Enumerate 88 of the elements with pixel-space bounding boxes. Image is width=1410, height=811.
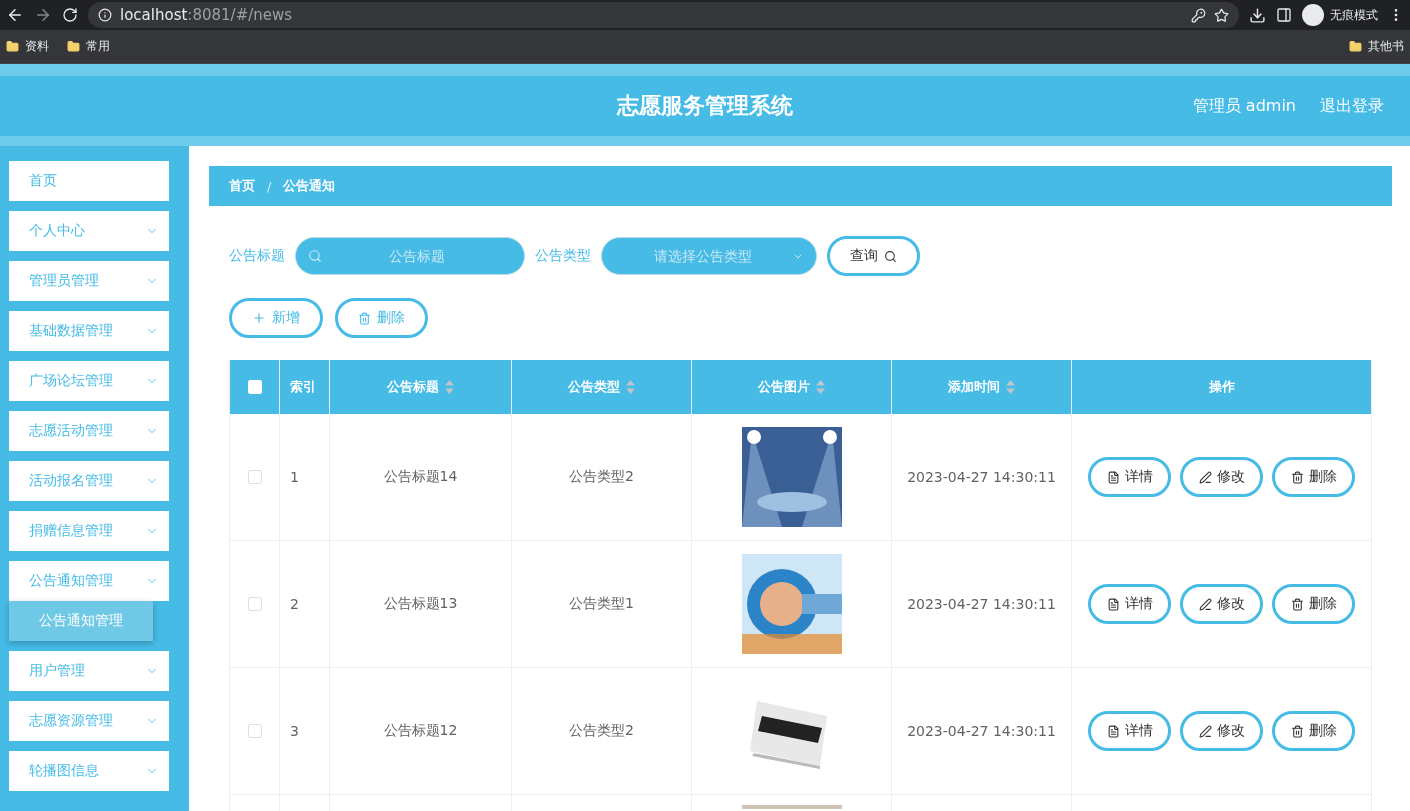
key-icon[interactable]: [1191, 7, 1206, 23]
sidebar-item[interactable]: 基础数据管理: [9, 311, 169, 351]
delete-button[interactable]: 删除: [1272, 584, 1355, 624]
column-header: 操作: [1208, 378, 1235, 396]
document-icon: [1106, 724, 1120, 738]
table-cell: 3: [290, 723, 299, 739]
document-icon: [1106, 470, 1120, 484]
logout-link[interactable]: 退出登录: [1320, 95, 1384, 117]
reload-icon[interactable]: [62, 7, 78, 23]
trash-icon: [1290, 470, 1304, 484]
table-cell: 2023-04-27 14:30:11: [907, 596, 1056, 612]
search-icon: [308, 249, 322, 263]
select-all-checkbox[interactable]: [247, 380, 262, 394]
table-cell: 公告标题13: [383, 595, 458, 613]
filter-label: 公告标题: [229, 247, 285, 265]
table-cell: 2023-04-27 14:30:11: [907, 723, 1056, 739]
folder-icon: [1349, 40, 1362, 53]
table-cell: 2023-04-27 14:30:11: [907, 469, 1056, 485]
document-icon: [1106, 597, 1120, 611]
sidebar-item[interactable]: 轮播图信息: [9, 751, 169, 791]
table-cell: 2: [290, 596, 299, 612]
side-panel-icon[interactable]: [1276, 7, 1292, 23]
type-select[interactable]: 请选择公告类型: [601, 237, 817, 275]
sidebar-subitem[interactable]: 公告通知管理: [9, 601, 153, 641]
delete-button[interactable]: 删除: [1272, 457, 1355, 497]
incognito-badge[interactable]: 无痕模式: [1302, 4, 1378, 26]
user-label: 管理员 admin: [1192, 95, 1296, 117]
sidebar-item[interactable]: 管理员管理: [9, 261, 169, 301]
edit-button[interactable]: 修改: [1180, 584, 1263, 624]
detail-button[interactable]: 详情: [1088, 711, 1171, 751]
folder-icon: [6, 40, 19, 53]
detail-button[interactable]: 详情: [1088, 457, 1171, 497]
trash-icon: [1290, 597, 1304, 611]
bookmark[interactable]: 资料: [6, 38, 49, 55]
table-cell: 公告类型1: [569, 595, 634, 613]
pen-icon: [1198, 597, 1212, 611]
star-icon[interactable]: [1214, 7, 1229, 23]
table-cell: 公告类型2: [569, 722, 634, 740]
sidebar-item[interactable]: 活动报名管理: [9, 461, 169, 501]
breadcrumb-link[interactable]: 公告通知: [283, 177, 336, 195]
type-input[interactable]: 请选择公告类型: [614, 247, 792, 265]
address-bar[interactable]: localhost:8081/#/news: [88, 2, 1239, 28]
pen-icon: [1198, 724, 1212, 738]
bookmark[interactable]: 常用: [67, 38, 110, 55]
sidebar-item[interactable]: 志愿活动管理: [9, 411, 169, 451]
delete-button[interactable]: 删除: [1272, 711, 1355, 751]
table-cell: 1: [290, 469, 299, 485]
query-button[interactable]: 查询: [827, 236, 920, 276]
sidebar-item[interactable]: 捐赠信息管理: [9, 511, 169, 551]
pen-icon: [1198, 470, 1212, 484]
forward-icon[interactable]: [34, 6, 52, 24]
column-header: 公告类型: [568, 378, 620, 396]
search-field[interactable]: 公告标题: [295, 237, 525, 275]
breadcrumb-separator: /: [267, 178, 272, 194]
bookmark[interactable]: 其他书: [1349, 38, 1404, 55]
row-checkbox[interactable]: [247, 724, 262, 738]
edit-button[interactable]: 修改: [1180, 711, 1263, 751]
add-button[interactable]: 新增: [229, 298, 323, 338]
download-icon[interactable]: [1249, 6, 1266, 24]
trash-icon: [358, 311, 371, 325]
column-header: 添加时间: [948, 378, 1000, 396]
info-icon[interactable]: [98, 8, 112, 22]
column-header: 索引: [290, 378, 316, 396]
title-input[interactable]: 公告标题: [322, 247, 512, 265]
edit-button[interactable]: 修改: [1180, 457, 1263, 497]
sidebar-item[interactable]: 公告通知管理: [9, 561, 169, 601]
folder-icon: [67, 40, 80, 53]
detail-button[interactable]: 详情: [1088, 584, 1171, 624]
filter-label: 公告类型: [535, 247, 591, 265]
column-header: 公告标题: [387, 378, 439, 396]
table-cell: 公告标题12: [383, 722, 458, 740]
plus-icon: [252, 311, 266, 325]
search-icon: [884, 249, 897, 263]
row-checkbox[interactable]: [247, 470, 262, 484]
table-cell: 公告标题14: [383, 468, 458, 486]
trash-icon: [1290, 724, 1304, 738]
breadcrumb-link[interactable]: 首页: [229, 177, 255, 195]
sidebar-item[interactable]: 首页: [9, 161, 169, 201]
back-icon[interactable]: [6, 6, 24, 24]
sidebar-item[interactable]: 志愿资源管理: [9, 701, 169, 741]
sidebar-item[interactable]: 用户管理: [9, 651, 169, 691]
sidebar-item[interactable]: 广场论坛管理: [9, 361, 169, 401]
app-title: 志愿服务管理系统: [617, 92, 793, 120]
sidebar-item[interactable]: 个人中心: [9, 211, 169, 251]
table-cell: 公告类型2: [569, 468, 634, 486]
column-header: 公告图片: [758, 378, 810, 396]
delete-button[interactable]: 删除: [335, 298, 428, 338]
row-checkbox[interactable]: [247, 597, 262, 611]
